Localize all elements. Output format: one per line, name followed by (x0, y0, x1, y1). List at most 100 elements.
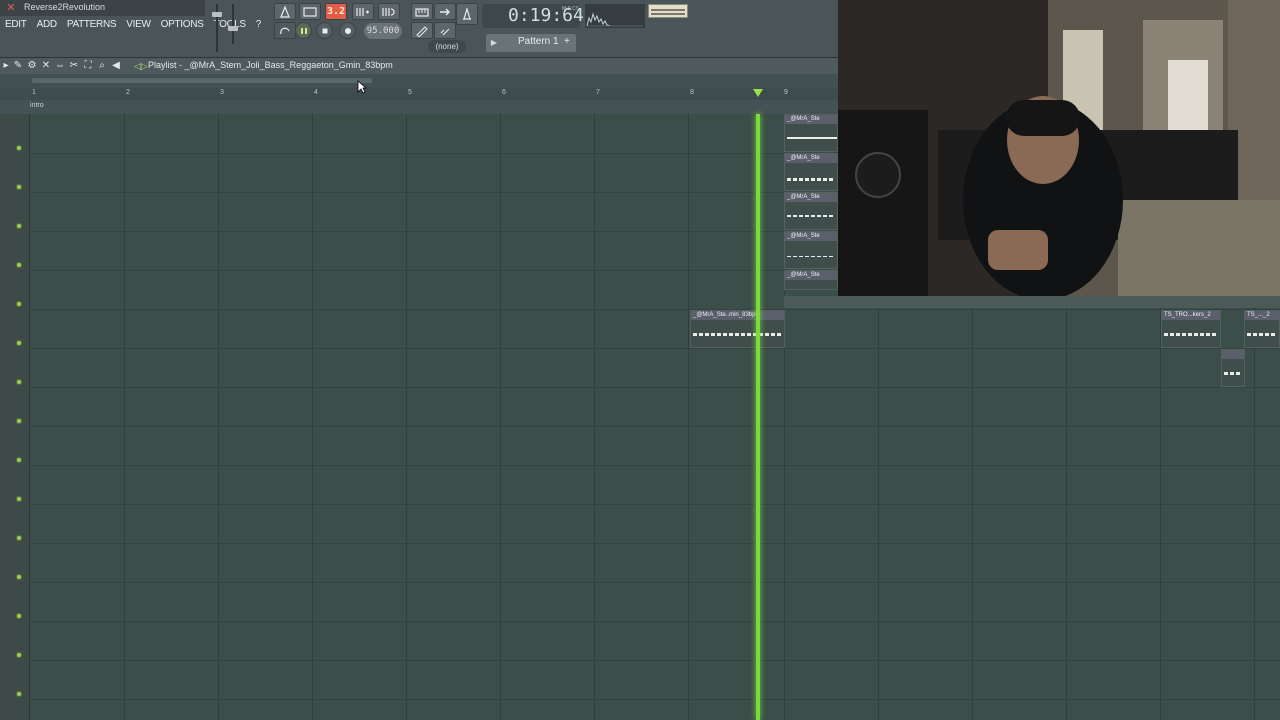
song-pattern-toggle-icon[interactable] (274, 22, 296, 39)
menu-edit[interactable]: EDIT (0, 17, 32, 33)
snap-selector[interactable]: (none) (428, 40, 466, 53)
track-led[interactable] (17, 614, 21, 618)
track-led[interactable] (17, 692, 21, 696)
pattern-name: Pattern 1 (518, 36, 559, 47)
master-pitch-slider[interactable] (226, 4, 240, 44)
bar-number: 3 (220, 89, 224, 96)
select-tool-icon[interactable]: ⛶ (82, 60, 94, 72)
record-button[interactable] (339, 22, 356, 39)
track-led[interactable] (17, 458, 21, 462)
track-led[interactable] (17, 341, 21, 345)
track-led[interactable] (17, 419, 21, 423)
arrow-right-icon[interactable] (434, 3, 456, 20)
track-led[interactable] (17, 146, 21, 150)
clip-label: _@MrA_Ste (785, 271, 837, 280)
track-led[interactable] (17, 263, 21, 267)
paint-tool-icon[interactable]: ⚙ (26, 60, 38, 72)
playlist-title: Playlist - _@MrA_Stem_Joli_Bass_Reggaeto… (148, 60, 393, 70)
step-edit-icon[interactable] (352, 3, 374, 20)
audio-clip[interactable]: _@MrA_Ste (784, 192, 838, 230)
zoom-tool-icon[interactable]: ⌕ (96, 60, 108, 72)
playhead-marker[interactable] (753, 89, 763, 97)
pattern-add-icon[interactable]: + (564, 36, 570, 47)
track-led[interactable] (17, 380, 21, 384)
bar-number: 8 (690, 89, 694, 96)
stop-button[interactable] (316, 22, 333, 39)
bar-number: 6 (502, 89, 506, 96)
countdown-display[interactable]: 3.2 (325, 3, 347, 20)
fl-studio-window: ✕ Reverse2Revolution EDIT ADD PATTERNS V… (0, 0, 1280, 720)
mute-tool-icon[interactable]: ⇔ (54, 60, 66, 72)
bar-number: 2 (126, 89, 130, 96)
menu-options[interactable]: OPTIONS (156, 17, 209, 33)
link-icon[interactable] (434, 22, 456, 39)
metronome-icon[interactable] (274, 3, 296, 20)
webcam-frame-edge (784, 296, 1280, 308)
clip-label: _@MrA_Ste..min_83bpm (691, 311, 784, 320)
pencil-icon[interactable] (411, 22, 433, 39)
menu-add[interactable]: ADD (32, 17, 62, 33)
tempo-display[interactable]: 95.000 (364, 23, 402, 39)
pause-button[interactable] (295, 22, 312, 39)
wait-for-input-icon[interactable] (299, 3, 321, 20)
track-led[interactable] (17, 302, 21, 306)
playback-tool-icon[interactable]: ◀ (110, 60, 122, 72)
marker-row[interactable]: intro (0, 100, 838, 114)
track-led[interactable] (17, 497, 21, 501)
draw-tool-icon[interactable]: ✎ (12, 60, 24, 72)
track-led[interactable] (17, 653, 21, 657)
audio-clip[interactable]: TS_..._2 (1244, 310, 1280, 348)
track-led[interactable] (17, 185, 21, 189)
pattern-prev-icon[interactable]: ▶ (489, 37, 499, 49)
timeline-ruler[interactable]: 1 2 3 4 5 6 7 8 9 (0, 88, 838, 100)
audio-clip[interactable]: _@MrA_Ste (784, 153, 838, 191)
track-led[interactable] (17, 575, 21, 579)
marker-intro[interactable]: intro (30, 102, 44, 109)
title-bar: ✕ Reverse2Revolution (0, 0, 205, 16)
mouse-cursor-icon (357, 80, 367, 94)
time-unit-label: M:S:CS (562, 6, 580, 12)
clip-label: _@MrA_Ste (785, 232, 837, 241)
audio-clip[interactable]: _@MrA_Ste (784, 114, 838, 152)
clip-header (1222, 350, 1244, 359)
playlist-header: ▸ ✎ ⚙ ✕ ⇔ ✂ ⛶ ⌕ ◀ ◁▷ Playlist - _@MrA_St… (0, 58, 838, 74)
cpu-memory-meter (648, 4, 688, 18)
horizontal-scrollbar[interactable] (0, 74, 838, 88)
oscilloscope-display (585, 4, 645, 28)
bar-number: 5 (408, 89, 412, 96)
audio-clip[interactable]: _@MrA_Ste (784, 231, 838, 269)
typing-keyboard-icon[interactable] (411, 3, 433, 20)
clip-label: _@MrA_Ste (785, 193, 837, 202)
bar-number: 1 (32, 89, 36, 96)
bar-number: 7 (596, 89, 600, 96)
menu-patterns[interactable]: PATTERNS (62, 17, 121, 33)
menu-arrow-icon[interactable]: ▸ (0, 60, 12, 72)
menu-view[interactable]: VIEW (121, 17, 155, 33)
playlist-play-icon[interactable]: ◁▷ (134, 60, 148, 72)
close-icon[interactable]: ✕ (4, 1, 18, 15)
playhead[interactable] (756, 114, 760, 720)
audio-clip[interactable]: _@MrA_Ste (784, 270, 838, 290)
slip-tool-icon[interactable]: ✂ (68, 60, 80, 72)
track-headers (0, 114, 30, 720)
clip-label: _@MrA_Ste (785, 154, 837, 163)
audio-clip[interactable] (1221, 349, 1245, 387)
bar-number: 4 (314, 89, 318, 96)
delete-tool-icon[interactable]: ✕ (40, 60, 52, 72)
track-led[interactable] (17, 536, 21, 540)
clip-label: _@MrA_Ste (785, 115, 837, 124)
track-led[interactable] (17, 224, 21, 228)
scrollbar-thumb[interactable] (32, 78, 372, 83)
menu-help[interactable]: ? (251, 17, 266, 33)
metronome-tool-icon[interactable] (456, 3, 478, 25)
clip-label: TS_TRO...kers_2 (1162, 311, 1220, 320)
toolbar: ✕ Reverse2Revolution EDIT ADD PATTERNS V… (0, 0, 838, 58)
audio-clip[interactable]: TS_TRO...kers_2 (1161, 310, 1221, 348)
master-volume-slider[interactable] (212, 4, 222, 52)
clip-label: TS_..._2 (1245, 311, 1279, 320)
main-menu: EDIT ADD PATTERNS VIEW OPTIONS TOOLS ? (0, 17, 261, 33)
app-title: Reverse2Revolution (24, 2, 106, 12)
loop-record-icon[interactable] (378, 3, 400, 20)
pattern-selector[interactable]: ▶ Pattern 1 + (486, 34, 576, 52)
audio-clip[interactable]: _@MrA_Ste..min_83bpm (690, 310, 785, 348)
